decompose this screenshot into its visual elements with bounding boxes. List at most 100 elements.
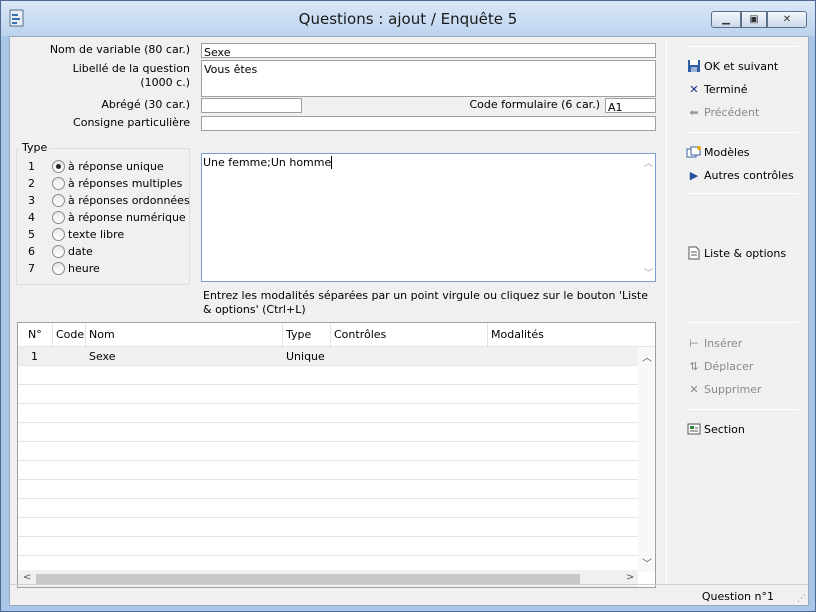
type-option-7[interactable]: 7 heure (28, 260, 100, 277)
autres-controles-button[interactable]: ▶ Autres contrôles (686, 166, 794, 184)
type-option-number: 6 (28, 245, 35, 258)
sidebar-divider (666, 37, 667, 584)
libelle-label-limit: (1000 c.) (140, 76, 190, 89)
document-icon (686, 245, 702, 261)
ok-suivant-label: OK et suivant (704, 59, 779, 73)
nom-label: Nom de variable (80 car.) (49, 43, 190, 56)
table-row-empty[interactable] (18, 499, 638, 518)
scroll-down-icon[interactable]: ﹀ (644, 266, 653, 279)
section-label: Section (704, 422, 745, 436)
libelle-field[interactable]: Vous êtes (201, 60, 656, 97)
minimize-button[interactable]: ▁ (711, 11, 741, 28)
scroll-down-icon[interactable]: ﹀ (642, 555, 652, 570)
inserer-button[interactable]: ⊢ Insérer (686, 334, 742, 352)
table-row-empty[interactable] (18, 385, 638, 404)
table-row-empty[interactable] (18, 442, 638, 461)
modeles-label: Modèles (704, 145, 750, 159)
type-option-label: à réponses multiples (68, 177, 183, 190)
dialog-window: Questions : ajout / Enquête 5 ▁ ▣ ✕ Nom … (0, 0, 816, 612)
type-group-title: Type (20, 141, 50, 154)
abrege-field[interactable] (201, 98, 302, 113)
modalites-textarea[interactable]: Une femme;Un homme ︿ ﹀ (201, 153, 656, 282)
code-formulaire-field[interactable]: A1 (605, 98, 656, 113)
dialog-client-area: Nom de variable (80 car.) Sexe Libellé d… (9, 36, 809, 606)
maximize-button[interactable]: ▣ (741, 11, 767, 28)
table-row-empty[interactable] (18, 366, 638, 385)
title-bar[interactable]: Questions : ajout / Enquête 5 ▁ ▣ ✕ (1, 1, 815, 36)
type-option-label: à réponses ordonnées (68, 194, 190, 207)
modeles-button[interactable]: Modèles (686, 143, 750, 161)
nom-field[interactable]: Sexe (201, 43, 656, 58)
deplacer-button[interactable]: ⇅ Déplacer (686, 357, 753, 375)
close-button[interactable]: ✕ (767, 11, 807, 28)
header-nom[interactable]: Nom (89, 328, 115, 341)
libelle-label: Libellé de la question (72, 62, 190, 75)
radio-button[interactable] (52, 194, 65, 207)
type-option-number: 4 (28, 211, 35, 224)
close-x-icon: ✕ (689, 82, 699, 96)
scroll-up-icon[interactable]: ︿ (642, 349, 652, 364)
sidebar-separator (688, 193, 798, 194)
radio-button[interactable] (52, 245, 65, 258)
code-formulaire-label: Code formulaire (6 car.) (469, 98, 600, 111)
table-row-empty[interactable] (18, 537, 638, 556)
header-controles[interactable]: Contrôles (334, 328, 386, 341)
scrollbar-thumb[interactable] (36, 574, 580, 584)
templates-icon (686, 144, 702, 160)
table-vertical-scrollbar[interactable]: ︿ ﹀ (638, 347, 655, 572)
type-option-label: date (68, 245, 93, 258)
table-row-empty[interactable] (18, 480, 638, 499)
table-row-empty[interactable] (18, 404, 638, 423)
header-num[interactable]: N° (28, 328, 42, 341)
type-option-6[interactable]: 6 date (28, 243, 93, 260)
consigne-label: Consigne particulière (73, 116, 190, 129)
header-modalites[interactable]: Modalités (491, 328, 544, 341)
supprimer-button[interactable]: ✕ Supprimer (686, 380, 762, 398)
type-option-3[interactable]: 3 à réponses ordonnées (28, 192, 190, 209)
type-option-4[interactable]: 4 à réponse numérique (28, 209, 186, 226)
scroll-left-icon[interactable]: < (23, 572, 31, 583)
scroll-right-icon[interactable]: > (626, 572, 634, 583)
type-option-label: à réponse numérique (68, 211, 186, 224)
cell-nom: Sexe (89, 350, 116, 363)
termine-label: Terminé (704, 82, 748, 96)
radio-button[interactable] (52, 160, 65, 173)
radio-button[interactable] (52, 211, 65, 224)
scroll-up-icon[interactable]: ︿ (644, 156, 653, 169)
arrow-left-icon: ⬅ (689, 105, 699, 119)
consigne-field[interactable] (201, 116, 656, 131)
ok-suivant-button[interactable]: OK et suivant (686, 57, 778, 75)
section-button[interactable]: Section (686, 420, 745, 438)
sidebar-separator (688, 322, 798, 323)
deplacer-label: Déplacer (704, 359, 754, 373)
termine-button[interactable]: ✕ Terminé (686, 80, 747, 98)
liste-options-button[interactable]: Liste & options (686, 244, 786, 262)
type-option-label: à réponse unique (68, 160, 164, 173)
type-option-number: 5 (28, 228, 35, 241)
radio-button[interactable] (52, 262, 65, 275)
type-option-number: 1 (28, 160, 35, 173)
header-type[interactable]: Type (286, 328, 311, 341)
table-row-empty[interactable] (18, 423, 638, 442)
table-row[interactable]: 1 Sexe Unique (18, 347, 638, 366)
radio-button[interactable] (52, 177, 65, 190)
header-code[interactable]: Code (56, 328, 84, 341)
type-option-number: 2 (28, 177, 35, 190)
type-option-2[interactable]: 2 à réponses multiples (28, 175, 182, 192)
sidebar-separator (688, 409, 798, 410)
type-option-1[interactable]: 1 à réponse unique (28, 158, 164, 175)
precedent-button[interactable]: ⬅ Précédent (686, 103, 759, 121)
sidebar-separator (688, 132, 798, 133)
questions-table: N° Code Nom Type Contrôles Modalités 1 S… (17, 322, 656, 588)
maximize-icon: ▣ (749, 14, 759, 25)
table-row-empty[interactable] (18, 461, 638, 480)
inserer-label: Insérer (704, 336, 743, 350)
radio-button[interactable] (52, 228, 65, 241)
resize-grip-icon[interactable]: ⋰ (797, 594, 806, 604)
table-row-empty[interactable] (18, 518, 638, 537)
type-option-5[interactable]: 5 texte libre (28, 226, 124, 243)
table-header: N° Code Nom Type Contrôles Modalités (18, 323, 655, 347)
sidebar-separator (688, 46, 798, 47)
abrege-label: Abrégé (30 car.) (101, 98, 190, 111)
supprimer-label: Supprimer (704, 382, 762, 396)
